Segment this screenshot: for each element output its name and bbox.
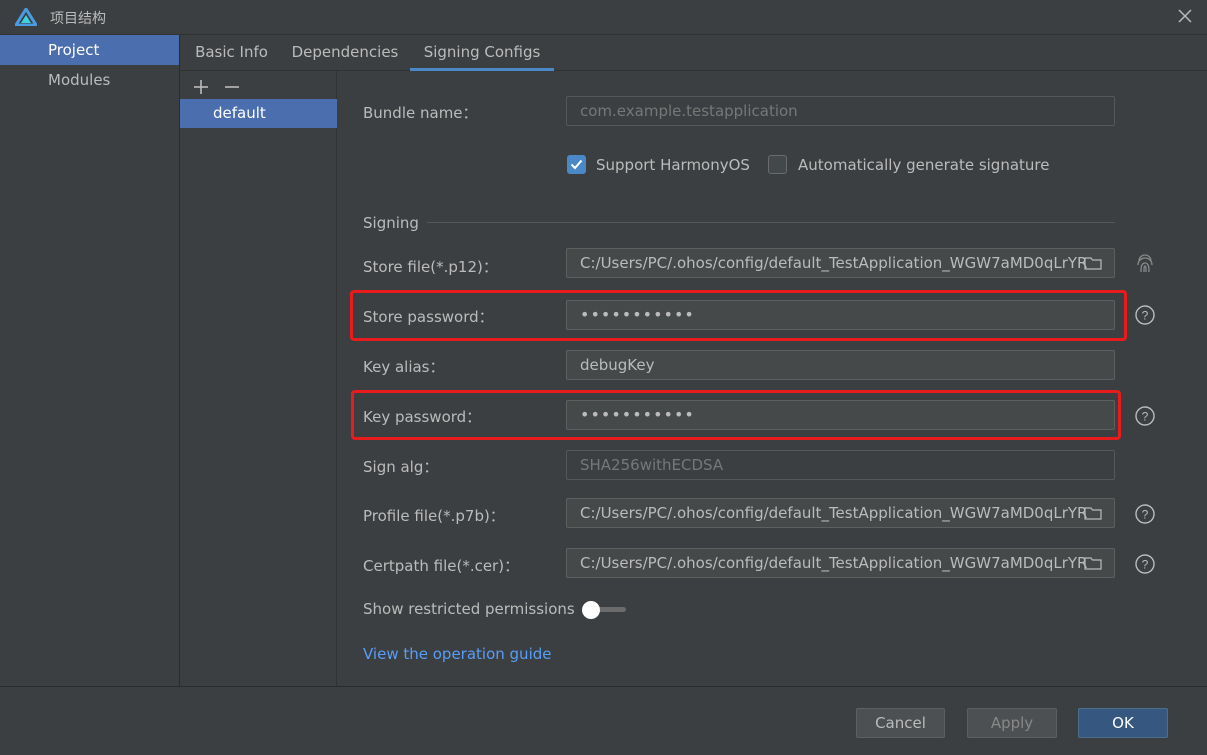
key-alias-label: Key alias： bbox=[363, 358, 445, 376]
key-alias-field[interactable]: debugKey bbox=[566, 350, 1115, 380]
config-item-default[interactable]: default bbox=[180, 99, 337, 128]
key-password-field[interactable]: ••••••••••• bbox=[566, 400, 1115, 430]
sign-alg-label: Sign alg： bbox=[363, 458, 439, 476]
folder-icon[interactable] bbox=[1084, 556, 1102, 570]
toggle-knob bbox=[582, 601, 600, 619]
profile-file-value: C:/Users/PC/.ohos/config/default_TestApp… bbox=[580, 504, 1088, 522]
section-title-signing: Signing bbox=[363, 214, 419, 232]
close-icon[interactable] bbox=[1175, 6, 1195, 26]
tab-basic-info[interactable]: Basic Info bbox=[182, 35, 281, 71]
structure-nav: Project Modules bbox=[0, 35, 180, 686]
dialog-footer: Cancel Apply OK bbox=[0, 686, 1207, 755]
store-password-label: Store password： bbox=[363, 308, 494, 326]
signing-config-list: default bbox=[180, 71, 337, 686]
restricted-permissions-toggle[interactable] bbox=[582, 601, 626, 619]
svg-text:?: ? bbox=[1142, 508, 1149, 522]
store-file-label: Store file(*.p12)： bbox=[363, 258, 498, 276]
window-title: 项目结构 bbox=[50, 11, 106, 27]
certpath-file-label: Certpath file(*.cer)： bbox=[363, 557, 520, 575]
ok-button[interactable]: OK bbox=[1078, 708, 1168, 738]
sign-alg-field: SHA256withECDSA bbox=[566, 450, 1115, 480]
help-icon[interactable]: ? bbox=[1134, 304, 1156, 326]
help-icon[interactable]: ? bbox=[1134, 405, 1156, 427]
svg-text:?: ? bbox=[1142, 558, 1149, 572]
signing-form: Bundle name： com.example.testapplication… bbox=[338, 71, 1207, 686]
certpath-file-value: C:/Users/PC/.ohos/config/default_TestApp… bbox=[580, 554, 1088, 572]
apply-button[interactable]: Apply bbox=[967, 708, 1057, 738]
profile-file-label: Profile file(*.p7b)： bbox=[363, 507, 505, 525]
operation-guide-link[interactable]: View the operation guide bbox=[363, 645, 551, 663]
svg-text:?: ? bbox=[1142, 410, 1149, 424]
certpath-file-field[interactable]: C:/Users/PC/.ohos/config/default_TestApp… bbox=[566, 548, 1115, 578]
auto-signature-checkbox[interactable] bbox=[768, 155, 787, 174]
fingerprint-icon[interactable] bbox=[1134, 253, 1156, 275]
deveco-logo-icon bbox=[15, 8, 37, 26]
tab-signing-configs[interactable]: Signing Configs bbox=[410, 35, 554, 71]
store-file-field[interactable]: C:/Users/PC/.ohos/config/default_TestApp… bbox=[566, 248, 1115, 278]
tab-dependencies[interactable]: Dependencies bbox=[283, 35, 407, 71]
svg-text:?: ? bbox=[1142, 309, 1149, 323]
auto-signature-label: Automatically generate signature bbox=[798, 156, 1050, 174]
bundle-name-field: com.example.testapplication bbox=[566, 96, 1115, 126]
checkmark-icon bbox=[570, 159, 583, 170]
help-icon[interactable]: ? bbox=[1134, 553, 1156, 575]
store-file-value: C:/Users/PC/.ohos/config/default_TestApp… bbox=[580, 254, 1088, 272]
nav-item-modules[interactable]: Modules bbox=[0, 65, 179, 95]
plus-icon[interactable] bbox=[191, 77, 211, 97]
bundle-name-label: Bundle name： bbox=[363, 104, 478, 122]
tab-bar: Basic Info Dependencies Signing Configs bbox=[180, 35, 1207, 71]
support-harmonyos-checkbox[interactable] bbox=[567, 155, 586, 174]
folder-icon[interactable] bbox=[1084, 506, 1102, 520]
help-icon[interactable]: ? bbox=[1134, 503, 1156, 525]
key-password-label: Key password： bbox=[363, 408, 482, 426]
minus-icon[interactable] bbox=[222, 77, 242, 97]
nav-item-project[interactable]: Project bbox=[0, 35, 179, 65]
support-harmonyos-label: Support HarmonyOS bbox=[596, 156, 750, 174]
store-password-field[interactable]: ••••••••••• bbox=[566, 300, 1115, 330]
title-bar: 项目结构 bbox=[0, 0, 1207, 35]
section-divider bbox=[427, 222, 1115, 223]
cancel-button[interactable]: Cancel bbox=[856, 708, 945, 738]
folder-icon[interactable] bbox=[1084, 256, 1102, 270]
profile-file-field[interactable]: C:/Users/PC/.ohos/config/default_TestApp… bbox=[566, 498, 1115, 528]
restricted-permissions-label: Show restricted permissions bbox=[363, 600, 575, 618]
